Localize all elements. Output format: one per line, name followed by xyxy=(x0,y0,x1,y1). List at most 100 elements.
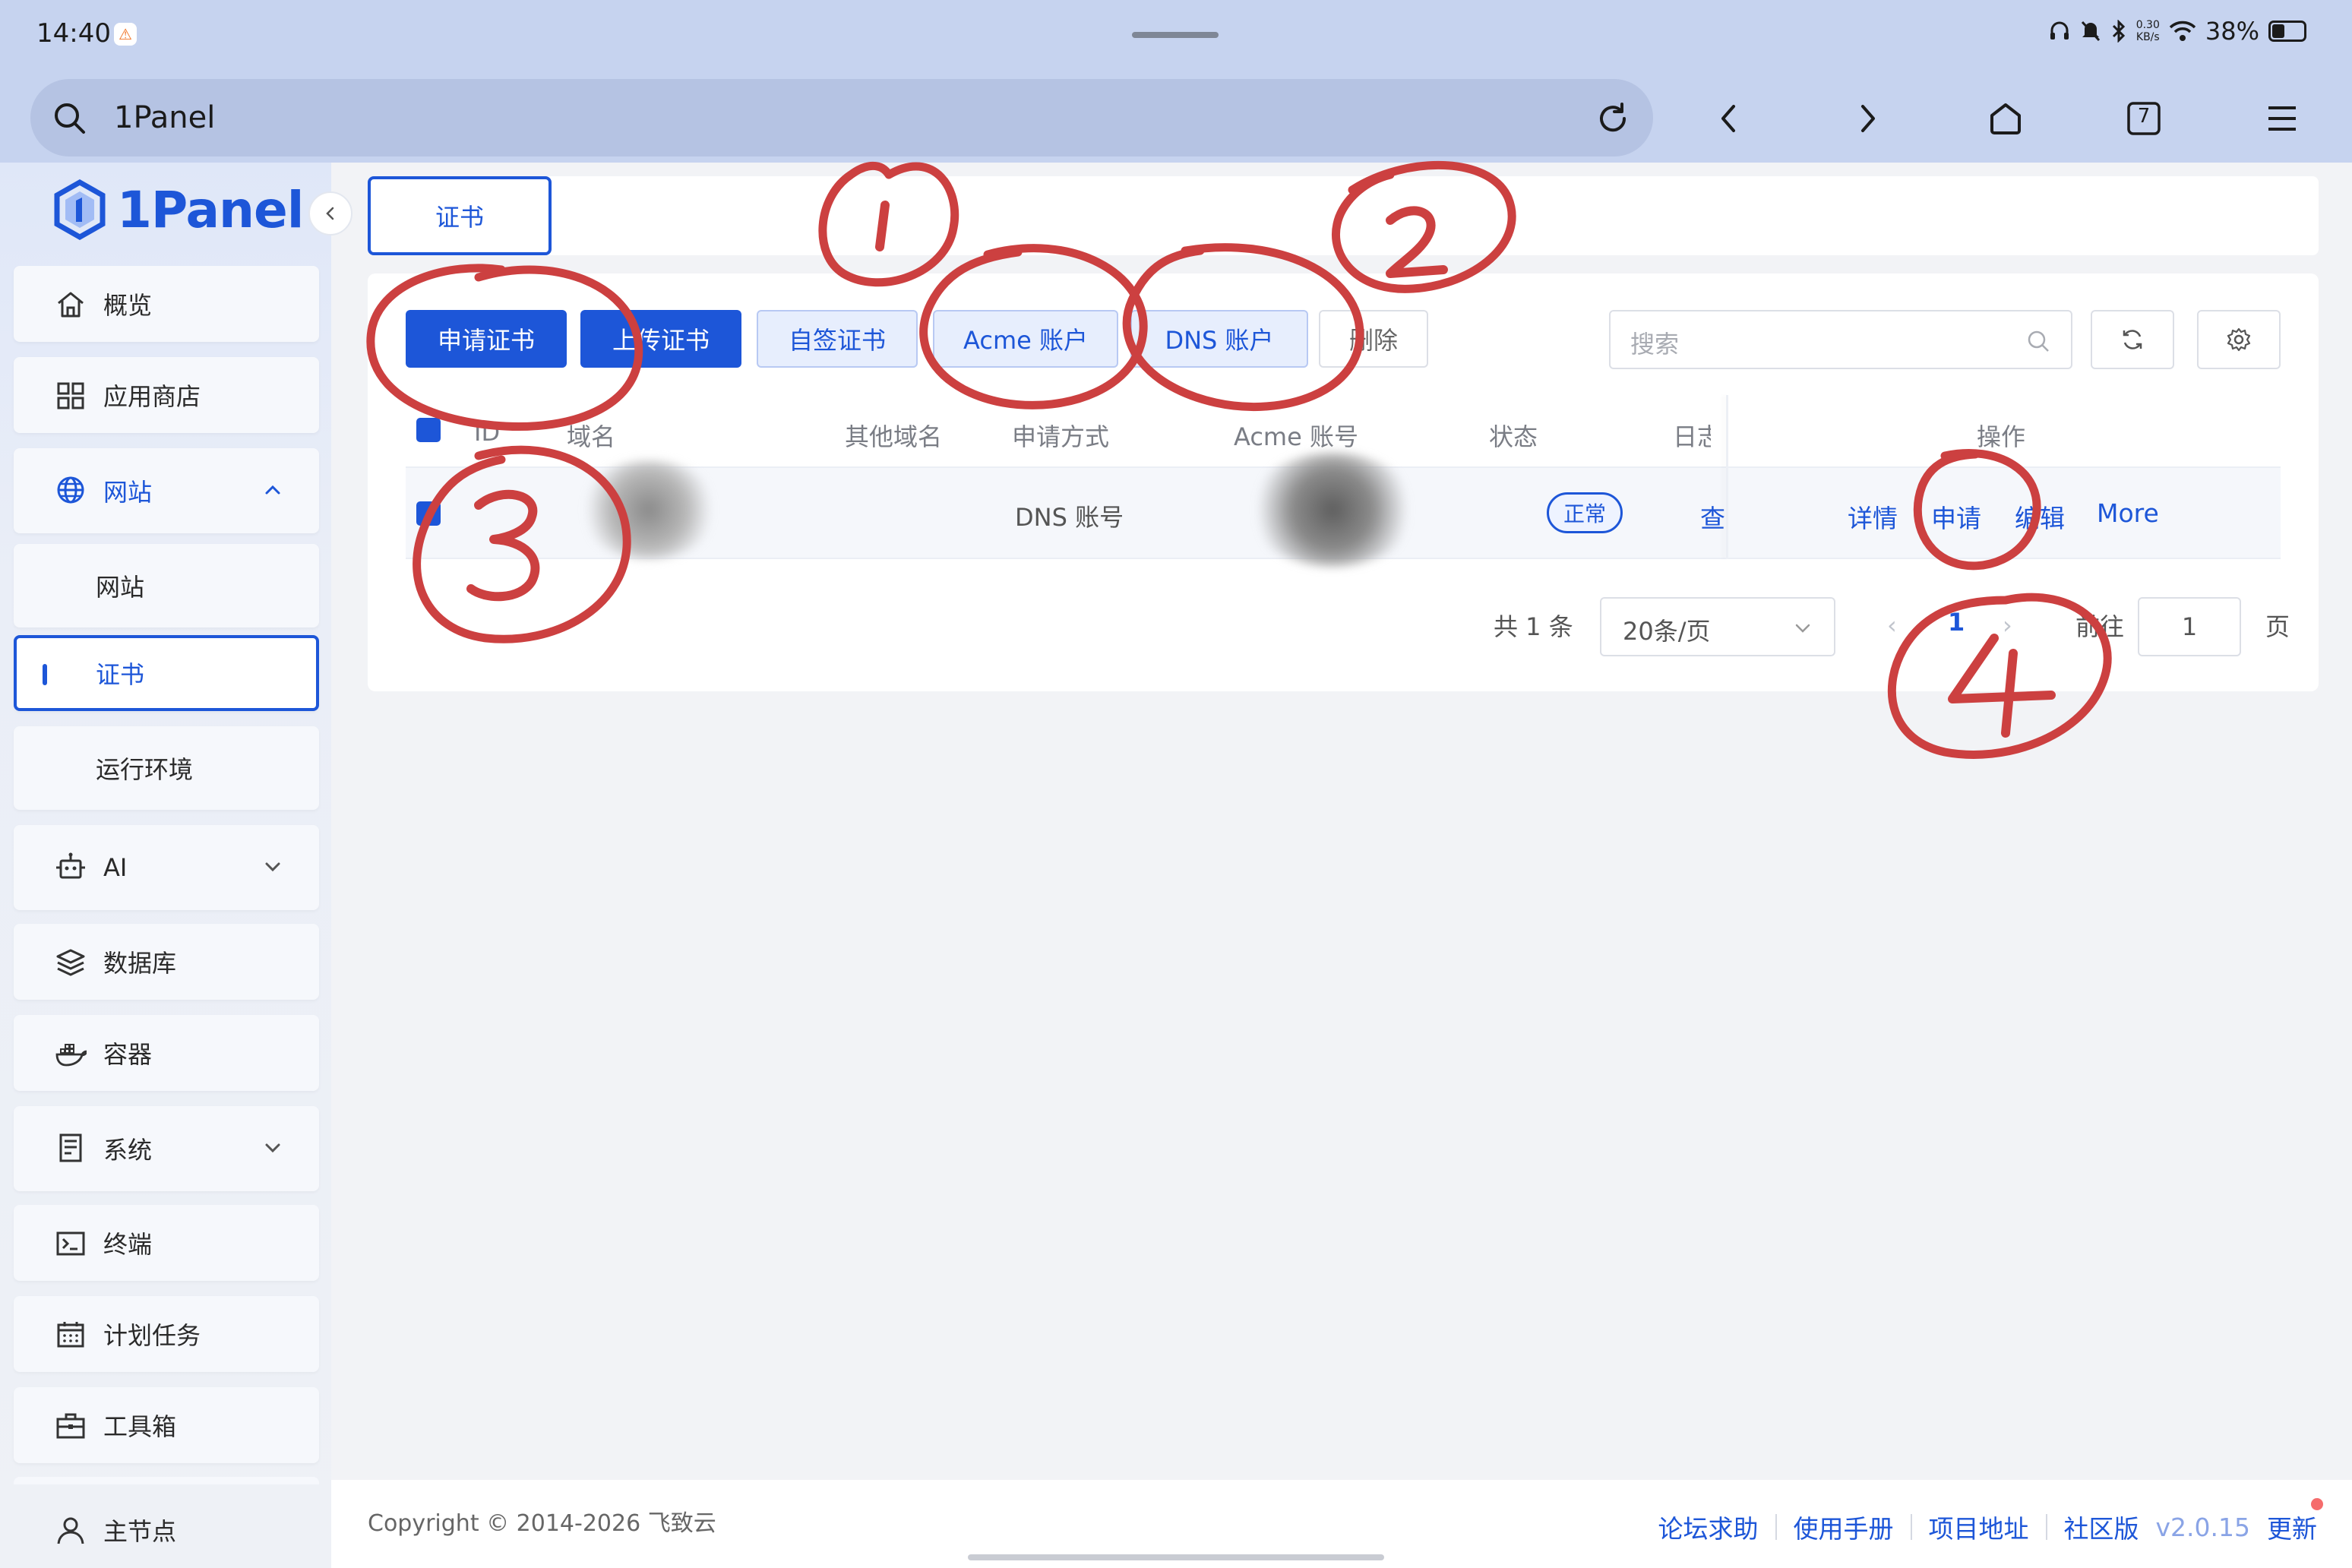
sidebar-item-label: 网站 xyxy=(96,573,145,602)
chevron-left-icon xyxy=(326,207,334,220)
page-tabs: 证书 xyxy=(368,176,2319,255)
apply-link[interactable]: 申请 xyxy=(1931,498,1981,535)
forum-link[interactable]: 论坛求助 xyxy=(1658,1509,1759,1545)
window-handle[interactable] xyxy=(1132,32,1219,38)
node-selector[interactable]: 主节点 xyxy=(14,1492,319,1568)
select-all-checkbox[interactable] xyxy=(416,418,441,442)
manual-link[interactable]: 使用手册 xyxy=(1794,1509,1894,1545)
update-badge xyxy=(2311,1498,2323,1510)
sidebar-item-system[interactable]: 系统 xyxy=(14,1106,319,1191)
edit-link[interactable]: 编辑 xyxy=(2015,498,2065,535)
sidebar-item-label: 证书 xyxy=(96,660,145,689)
sidebar-item-database[interactable]: 数据库 xyxy=(14,924,319,1000)
search-input[interactable]: 搜索 xyxy=(1609,310,2072,369)
pagination-total: 共 1 条 xyxy=(1494,612,1573,641)
1panel-logo-icon xyxy=(54,179,106,240)
logo-text: 1Panel xyxy=(117,180,304,239)
redacted-acme-account xyxy=(1249,453,1416,567)
logo[interactable]: 1Panel xyxy=(53,179,304,240)
table-row[interactable]: DNS 账号 正常 查看 详情 申请 编辑 More xyxy=(406,453,2281,567)
column-header-domain[interactable]: 域名 xyxy=(567,418,615,453)
footer-separator xyxy=(2045,1514,2047,1540)
sidebar-item-app-store[interactable]: 应用商店 xyxy=(14,357,319,433)
sidebar-item-label: AI xyxy=(103,853,128,882)
refresh-button[interactable] xyxy=(2091,310,2174,369)
sidebar-item-containers[interactable]: 容器 xyxy=(14,1015,319,1091)
current-page[interactable]: 1 xyxy=(1948,608,1965,637)
apply-certificate-button[interactable]: 申请证书 xyxy=(406,310,567,368)
upload-certificate-button[interactable]: 上传证书 xyxy=(580,310,741,368)
robot-icon xyxy=(56,852,85,879)
sidebar-subitem-certificates[interactable]: 证书 xyxy=(14,635,319,711)
row-checkbox[interactable] xyxy=(416,501,441,526)
acme-account-button[interactable]: Acme 账户 xyxy=(933,310,1118,368)
sidebar-subitem-runtime[interactable]: 运行环境 xyxy=(14,726,319,810)
footer-separator xyxy=(1775,1514,1777,1540)
column-header-apply-method: 申请方式 xyxy=(1012,422,1110,451)
home-icon[interactable] xyxy=(1986,99,2025,138)
certificate-panel: 申请证书 上传证书 自签证书 Acme 账户 DNS 账户 删除 搜索 ID 域… xyxy=(368,273,2319,691)
toolbox-icon xyxy=(56,1413,85,1439)
address-text[interactable]: 1Panel xyxy=(114,100,215,135)
grid-icon xyxy=(57,382,84,409)
sidebar-item-ai[interactable]: AI xyxy=(14,825,319,910)
terminal-icon xyxy=(56,1231,85,1256)
details-link[interactable]: 详情 xyxy=(1848,498,1898,535)
headphones-icon xyxy=(2050,21,2069,40)
settings-button[interactable] xyxy=(2197,310,2281,369)
more-link[interactable]: More xyxy=(2097,498,2159,528)
sidebar-item-label: 网站 xyxy=(103,478,153,507)
collapse-sidebar-button[interactable] xyxy=(308,191,352,236)
tab-certificates[interactable]: 证书 xyxy=(368,176,552,255)
battery-icon xyxy=(2268,21,2306,42)
user-icon xyxy=(57,1517,84,1544)
next-page-icon[interactable]: › xyxy=(2003,611,2012,640)
status-time: 14:40 xyxy=(36,18,111,49)
sidebar-item-overview[interactable]: 概览 xyxy=(14,266,319,342)
goto-page-input[interactable]: 1 xyxy=(2138,597,2241,656)
sidebar-item-websites[interactable]: 网站 xyxy=(14,448,319,533)
column-header-log: 日志 xyxy=(1673,422,1711,451)
refresh-icon xyxy=(2123,330,2142,349)
page-size-select[interactable]: 20条/页 xyxy=(1600,597,1835,656)
column-header-id[interactable]: ID xyxy=(474,418,500,447)
gear-icon xyxy=(2227,327,2251,352)
tabs-icon[interactable]: 7 xyxy=(2124,99,2164,138)
edition-label[interactable]: 社区版 xyxy=(2064,1509,2139,1545)
update-link[interactable]: 更新 xyxy=(2267,1509,2317,1545)
redacted-domain xyxy=(580,460,717,559)
sidebar-divider xyxy=(14,1477,319,1484)
reload-icon[interactable] xyxy=(1594,100,1632,138)
address-bar[interactable]: 1Panel xyxy=(30,79,1653,156)
sidebar-item-terminal[interactable]: 终端 xyxy=(14,1205,319,1281)
chevron-down-icon xyxy=(265,1143,280,1153)
chevron-up-icon xyxy=(265,485,280,495)
mute-icon xyxy=(2081,21,2100,42)
delete-button[interactable]: 删除 xyxy=(1319,310,1428,368)
self-signed-certificate-button[interactable]: 自签证书 xyxy=(757,310,918,368)
sidebar-item-label: 应用商店 xyxy=(103,382,201,411)
sidebar-item-label: 数据库 xyxy=(103,949,177,978)
tab-count: 7 xyxy=(2137,105,2151,128)
menu-icon[interactable] xyxy=(2262,99,2302,138)
wifi-icon xyxy=(2169,21,2196,41)
prev-page-icon[interactable]: ‹ xyxy=(1887,611,1897,640)
sidebar-subitem-websites[interactable]: 网站 xyxy=(14,544,319,628)
dns-account-button[interactable]: DNS 账户 xyxy=(1130,310,1308,368)
search-icon xyxy=(2028,330,2049,352)
calendar-icon xyxy=(57,1322,84,1348)
view-log-link[interactable]: 查看 xyxy=(1700,498,1726,535)
back-icon[interactable] xyxy=(1709,99,1749,138)
bluetooth-icon xyxy=(2112,20,2125,43)
sidebar-item-cron-jobs[interactable]: 计划任务 xyxy=(14,1296,319,1372)
forward-icon[interactable] xyxy=(1848,99,1887,138)
docker-icon xyxy=(55,1044,87,1067)
node-label: 主节点 xyxy=(103,1517,177,1546)
project-link[interactable]: 项目地址 xyxy=(1929,1509,2029,1545)
sidebar-item-toolbox[interactable]: 工具箱 xyxy=(14,1387,319,1463)
globe-icon xyxy=(57,476,84,504)
fixed-column-divider xyxy=(1726,395,1728,559)
sidebar-item-label: 计划任务 xyxy=(103,1321,201,1350)
home-indicator xyxy=(968,1554,1384,1560)
version-label: v2.0.15 xyxy=(2155,1512,2251,1542)
